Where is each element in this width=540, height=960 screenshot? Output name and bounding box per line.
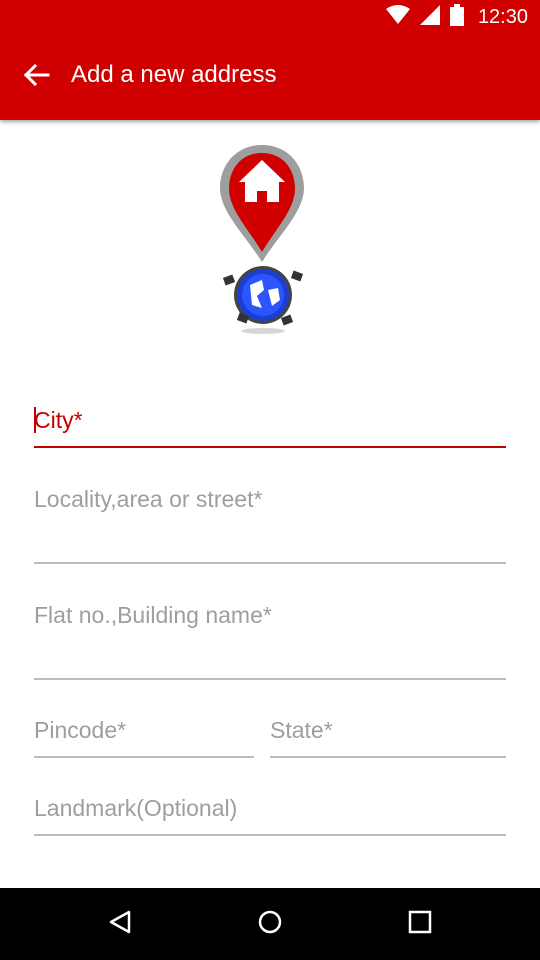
state-underline	[270, 756, 506, 758]
nav-home-button[interactable]	[230, 888, 310, 960]
locality-field[interactable]	[34, 484, 506, 564]
status-icons: 12:30	[385, 0, 528, 34]
city-underline	[34, 446, 506, 448]
landmark-input[interactable]	[34, 793, 506, 823]
landmark-field[interactable]	[34, 793, 506, 836]
page-title: Add a new address	[71, 61, 277, 88]
arrow-left-icon	[22, 63, 50, 92]
cellular-signal-icon	[419, 4, 440, 30]
nav-recents-button[interactable]	[380, 888, 460, 960]
state-field[interactable]	[270, 715, 506, 758]
wifi-icon	[385, 4, 410, 30]
pincode-input[interactable]	[34, 715, 254, 745]
locality-input[interactable]	[34, 484, 506, 514]
city-field[interactable]	[34, 403, 506, 448]
state-input[interactable]	[270, 715, 506, 745]
status-bar: 12:30	[0, 0, 540, 34]
flat-field[interactable]	[34, 600, 506, 680]
home-circle-icon	[257, 909, 283, 940]
landmark-underline	[34, 834, 506, 836]
navigation-bar	[0, 888, 540, 960]
battery-icon	[449, 3, 464, 31]
text-caret	[34, 407, 36, 433]
home-location-pin-with-globe-icon	[212, 145, 312, 342]
hero-image	[212, 140, 312, 338]
back-triangle-icon	[107, 909, 133, 940]
back-button[interactable]	[14, 58, 58, 96]
nav-back-button[interactable]	[80, 888, 160, 960]
pincode-underline	[34, 756, 254, 758]
status-time: 12:30	[477, 5, 528, 28]
app-bar: Add a new address	[0, 34, 540, 120]
city-input[interactable]	[34, 403, 506, 438]
pincode-field[interactable]	[34, 715, 254, 758]
locality-underline	[34, 562, 506, 564]
flat-input[interactable]	[34, 600, 506, 630]
flat-underline	[34, 678, 506, 680]
recents-square-icon	[407, 909, 433, 940]
